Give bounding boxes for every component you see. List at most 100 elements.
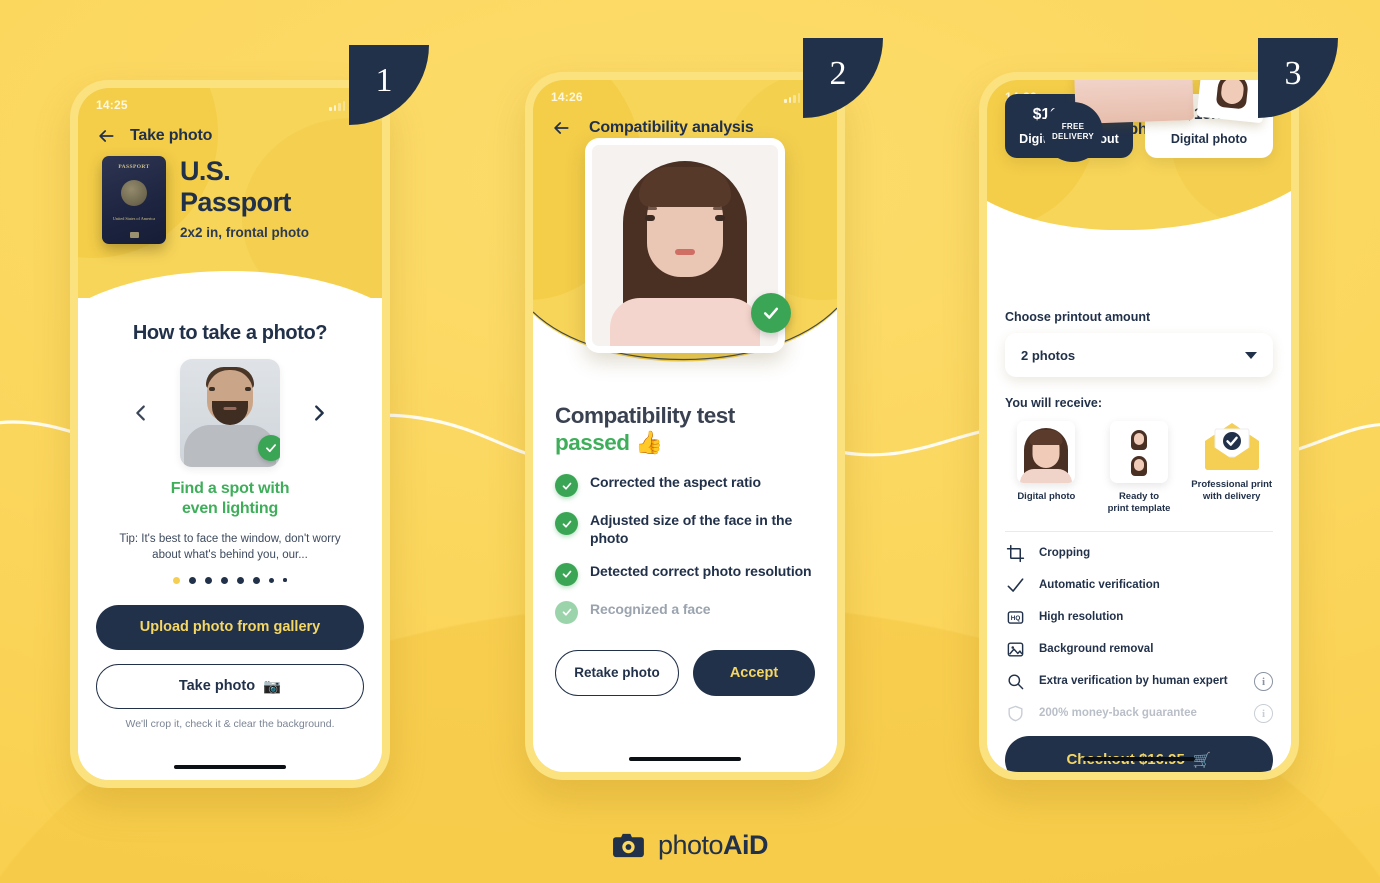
carousel-dot[interactable] (253, 576, 261, 584)
phone2-actions: Retake photo Accept (555, 649, 815, 696)
carousel-dot[interactable] (283, 578, 287, 582)
printout-amount-select[interactable]: 2 photos (1005, 333, 1273, 377)
sheet-curve (78, 271, 382, 304)
phone1-section-title: How to take a photo? (132, 322, 328, 344)
svg-text:HQ: HQ (1010, 615, 1020, 622)
feature-money-back-guarantee: 200% money-back guarantee i (1005, 704, 1273, 724)
document-title-line2: Passport (180, 186, 291, 217)
mini-photo (1128, 453, 1150, 477)
check-item: Detected correct photo resolution (555, 562, 815, 586)
print-template-thumb (1110, 421, 1168, 483)
accept-label: Accept (729, 664, 779, 681)
phone3-content: Choose printout amount 2 photos You will… (987, 310, 1291, 772)
upload-photo-label: Upload photo from gallery (139, 619, 321, 636)
check-label: Adjusted size of the face in the photo (590, 512, 793, 546)
carousel-prev-icon[interactable] (130, 402, 152, 424)
carousel-dot-active[interactable] (173, 576, 181, 584)
phone3-header-curve (987, 191, 1291, 231)
status-time: 14:26 (551, 90, 583, 104)
free-delivery-line1: FREE (1061, 121, 1085, 131)
phone2-nav-title: Compatibility analysis (589, 119, 754, 136)
receive-caption: Ready to print template (1107, 491, 1171, 515)
home-indicator (1083, 756, 1195, 761)
take-photo-label: Take photo (178, 678, 256, 695)
document-subtitle: 2x2 in, frontal photo (180, 224, 310, 240)
check-item: Recognized a face (555, 600, 815, 624)
home-indicator (174, 764, 286, 769)
hq-icon: HQ (1005, 608, 1025, 628)
logo-text-photo: photo (657, 830, 724, 860)
receive-item: Professional print with delivery (1190, 421, 1273, 516)
carousel-next-icon[interactable] (308, 402, 330, 424)
receive-caption: Professional print with delivery (1191, 479, 1273, 503)
mini-photo (1128, 427, 1150, 451)
phone2-screen: 14:26 Compatibility analysis Compatibili… (533, 80, 837, 772)
check-icon (1005, 576, 1025, 596)
check-icon (555, 562, 578, 586)
howto-carousel (96, 359, 364, 467)
passport-cover-sub: United States of America (112, 216, 156, 222)
signal-icon (784, 92, 800, 103)
carousel-dot[interactable] (269, 577, 275, 583)
carousel-dot[interactable] (237, 576, 245, 584)
printout-amount-label: Choose printout amount (1005, 310, 1151, 324)
feature-label: Cropping (1039, 547, 1091, 560)
carousel-check-icon (258, 435, 280, 461)
receive-item: Digital photo (1005, 421, 1088, 516)
feature-automatic-verification: Automatic verification (1005, 576, 1273, 596)
divider (1005, 530, 1273, 532)
phone1-screen: 14:25 Take photo PASSPORT United States … (78, 88, 382, 780)
free-delivery-line2: DELIVERY (1051, 132, 1095, 141)
feature-label: 200% money-back guarantee (1039, 707, 1197, 720)
passport-cover-image: PASSPORT United States of America (102, 156, 166, 244)
receive-caption: Digital photo (1017, 491, 1076, 502)
carousel-dot[interactable] (221, 576, 229, 584)
feature-background-removal: Background removal (1005, 640, 1273, 660)
check-icon (555, 512, 578, 535)
analysed-photo (592, 145, 778, 346)
carousel-caption-line2: even lighting (181, 500, 279, 518)
carousel-caption: Find a spot with even lighting (96, 479, 364, 520)
carousel-dots[interactable] (96, 576, 364, 584)
receive-items: Digital photo Ready to print template Pr… (1005, 421, 1273, 516)
carousel-dot[interactable] (189, 576, 197, 584)
check-item: Corrected the aspect ratio (555, 474, 815, 497)
check-label: Recognized a face (590, 600, 711, 617)
envelope-delivery-icon (1201, 421, 1263, 471)
phone-mockup-2: 14:26 Compatibility analysis Compatibili… (525, 72, 845, 780)
back-arrow-icon[interactable] (96, 126, 116, 146)
accept-button[interactable]: Accept (693, 649, 815, 696)
document-text: U.S. Passport 2x2 in, frontal photo (180, 156, 309, 240)
option-label: Digital photo (1170, 132, 1248, 146)
analysed-photo-card (585, 138, 791, 353)
step-badge-2-number: 2 (829, 55, 847, 92)
carousel-photo (180, 359, 280, 467)
phone2-content: Compatibility test passed 👍 Corrected th… (533, 370, 837, 772)
checkout-button[interactable]: Checkout $16.95 🛒 (1005, 735, 1273, 772)
retake-photo-button[interactable]: Retake photo (555, 649, 679, 696)
phone2-navbar: Compatibility analysis (533, 106, 837, 138)
check-label: Detected correct photo resolution (590, 562, 812, 579)
you-will-receive-label: You will receive: (1005, 396, 1103, 410)
take-photo-button[interactable]: Take photo 📷 (96, 663, 364, 709)
camera-icon (613, 833, 644, 858)
camera-emoji-icon: 📷 (263, 678, 282, 695)
compatibility-result-title: Compatibility test passed 👍 (555, 402, 815, 456)
back-arrow-icon[interactable] (551, 118, 571, 138)
receive-item: Ready to print template (1098, 421, 1181, 516)
document-summary: PASSPORT United States of America U.S. P… (78, 146, 382, 244)
chevron-down-icon (1245, 351, 1257, 359)
upload-photo-button[interactable]: Upload photo from gallery (96, 604, 364, 650)
photo-approved-check-icon (751, 293, 791, 333)
carousel-dot[interactable] (205, 576, 213, 584)
feature-label: Automatic verification (1039, 579, 1160, 592)
shield-icon (1005, 704, 1025, 724)
info-icon[interactable]: i (1254, 672, 1273, 692)
image-icon (1005, 640, 1025, 660)
magnifier-icon (1005, 672, 1025, 692)
photo-strip-decoration (1074, 80, 1268, 126)
crop-icon (1005, 544, 1025, 564)
info-icon[interactable]: i (1254, 704, 1273, 724)
photo-strip-item (1196, 80, 1268, 124)
logo-text-aid: AiD (723, 830, 769, 860)
